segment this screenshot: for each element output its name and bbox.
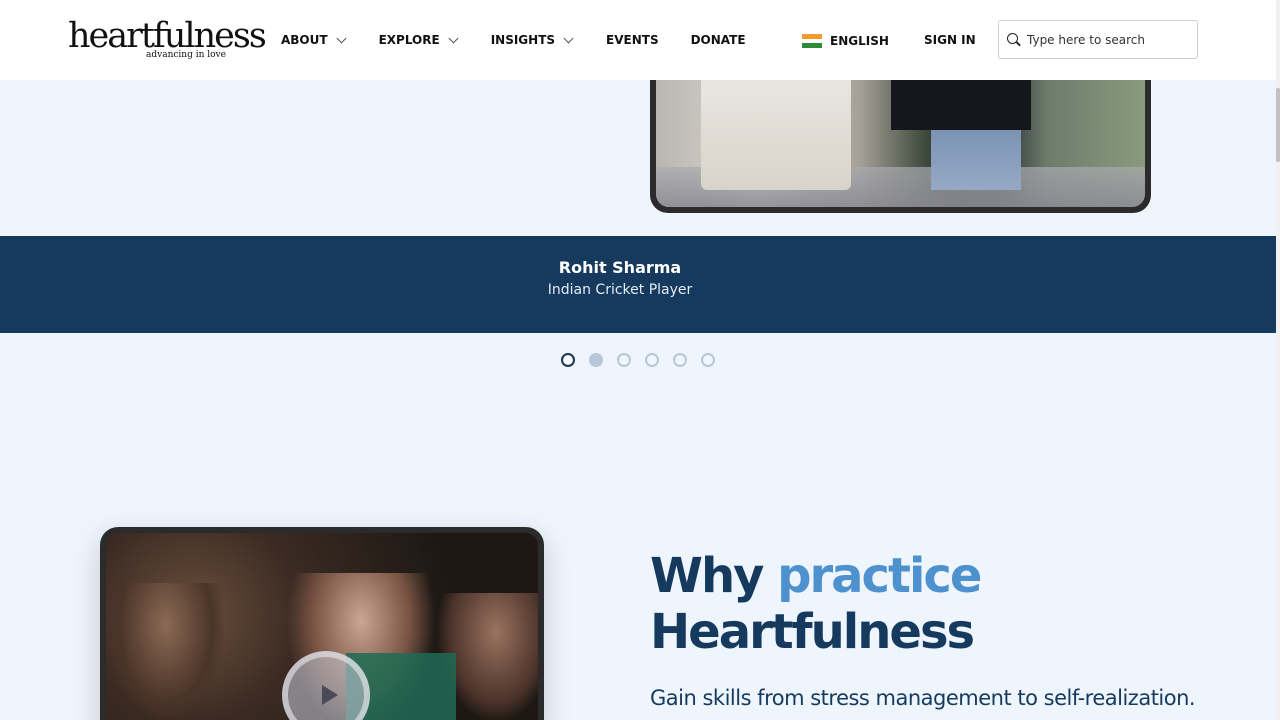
carousel-dot-2[interactable] <box>589 353 603 367</box>
carousel-dot-1[interactable] <box>561 353 575 367</box>
nav-item-events[interactable]: EVENTS <box>606 33 659 47</box>
play-icon <box>322 685 338 705</box>
testimonial-name: Rohit Sharma <box>558 258 682 277</box>
testimonial-video-frame <box>656 60 1145 207</box>
carousel-dot-5[interactable] <box>673 353 687 367</box>
nav-item-label: DONATE <box>690 33 746 47</box>
chevron-down-icon <box>336 33 347 43</box>
scrollbar-thumb[interactable] <box>1276 88 1280 162</box>
page-scrollbar[interactable] <box>1276 0 1280 720</box>
meditation-video[interactable] <box>100 527 544 720</box>
nav-item-donate[interactable]: DONATE <box>691 33 746 47</box>
video-scene-jeans <box>931 130 1021 190</box>
heading-part-1: Why <box>650 548 778 604</box>
language-selector[interactable]: ENGLISH <box>802 34 889 49</box>
search-box <box>998 20 1198 59</box>
nav-item-label: EVENTS <box>606 33 659 47</box>
why-practice-heading: Why practice Heartfulness <box>650 548 982 660</box>
chevron-down-icon <box>448 33 459 43</box>
nav-item-label: EXPLORE <box>378 33 440 47</box>
carousel-dot-6[interactable] <box>701 353 715 367</box>
heading-part-2: Heartfulness <box>650 604 975 660</box>
nav-item-about[interactable]: ABOUT <box>281 33 347 47</box>
main-nav: ABOUT EXPLORE INSIGHTS EVENTS DONATE <box>281 32 746 48</box>
india-flag-icon <box>802 34 822 49</box>
testimonial-role: Indian Cricket Player <box>547 282 693 298</box>
nav-item-insights[interactable]: INSIGHTS <box>490 33 574 47</box>
meditation-video-frame <box>106 533 538 720</box>
video-scene-person <box>106 583 226 720</box>
logo-tagline: advancing in love <box>146 50 226 60</box>
search-icon[interactable] <box>1007 32 1021 47</box>
language-label: ENGLISH <box>830 34 889 48</box>
heading-accent: practice <box>777 548 982 604</box>
chevron-down-icon <box>563 33 574 43</box>
carousel-dot-4[interactable] <box>645 353 659 367</box>
nav-item-label: ABOUT <box>281 33 328 47</box>
why-practice-subtitle: Gain skills from stress management to se… <box>650 686 1196 710</box>
heartfulness-logo[interactable]: heartfulness advancing in love <box>68 16 267 66</box>
carousel-dot-3[interactable] <box>617 353 631 367</box>
testimonial-banner: Rohit Sharma Indian Cricket Player <box>0 236 1276 333</box>
testimonial-video[interactable] <box>650 60 1151 213</box>
sign-in-link[interactable]: SIGN IN <box>924 33 976 47</box>
search-input[interactable] <box>1027 32 1187 47</box>
site-header: heartfulness advancing in love ABOUT EXP… <box>0 0 1276 80</box>
carousel-pagination <box>561 353 729 367</box>
nav-item-explore[interactable]: EXPLORE <box>378 33 459 47</box>
nav-item-label: INSIGHTS <box>490 33 556 47</box>
